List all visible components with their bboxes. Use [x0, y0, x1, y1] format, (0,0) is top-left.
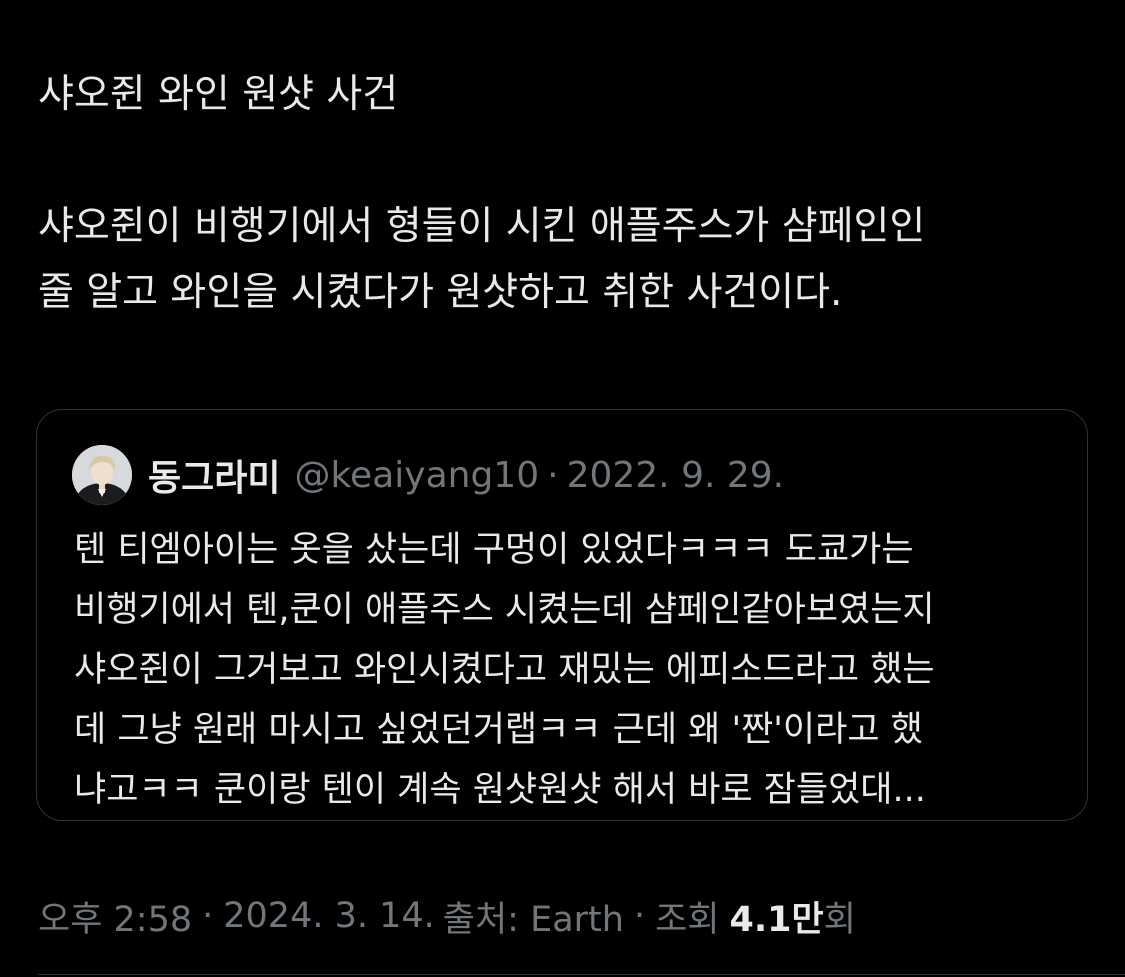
tweet-text: 샤오쥔 와인 원샷 사건 샤오쥔이 비행기에서 형들이 시킨 애플주스가 샴페인… [38, 62, 1088, 326]
tweet-title-line: 샤오쥔 와인 원샷 사건 [38, 72, 399, 117]
quoted-tweet-text: 텐 티엠아이는 옷을 샀는데 구멍이 있었다ㅋㅋㅋ 도쿄가는 비행기에서 텐,쿤… [74, 530, 935, 810]
views-count[interactable]: 4.1만 [730, 891, 824, 942]
quoted-display-name[interactable]: 동그라미 [148, 449, 280, 501]
quoted-tweet-card[interactable]: 동그라미 @keaiyang10 · 2022. 9. 29. 텐 티엠아이는 … [36, 409, 1088, 821]
separator-dot: · [547, 454, 559, 496]
tweet-source[interactable]: 출처: Earth [443, 891, 624, 942]
views-label: 조회 [655, 899, 720, 940]
tweet-body: 샤오쥔이 비행기에서 형들이 시킨 애플주스가 샴페인인 줄 알고 와인을 시켰… [38, 204, 926, 315]
separator-dot: · [633, 896, 646, 936]
quoted-date[interactable]: 2022. 9. 29. [567, 455, 785, 496]
tweet-metadata: 오후 2:58 · 2024. 3. 14. 출처: Earth · 조회 4.… [38, 888, 856, 944]
quoted-handle[interactable]: @keaiyang10 [294, 455, 539, 496]
quoted-tweet-header: 동그라미 @keaiyang10 · 2022. 9. 29. [72, 444, 784, 506]
views-suffix: 회 [823, 899, 856, 940]
separator-dot: · [202, 896, 214, 936]
divider [38, 974, 1125, 975]
tweet-date[interactable]: 2024. 3. 14. [223, 896, 435, 936]
tweet-time[interactable]: 오후 2:58 [38, 891, 192, 942]
user-avatar-icon[interactable] [72, 445, 132, 505]
tweet-detail: 샤오쥔 와인 원샷 사건 샤오쥔이 비행기에서 형들이 시킨 애플주스가 샴페인… [0, 0, 1125, 977]
